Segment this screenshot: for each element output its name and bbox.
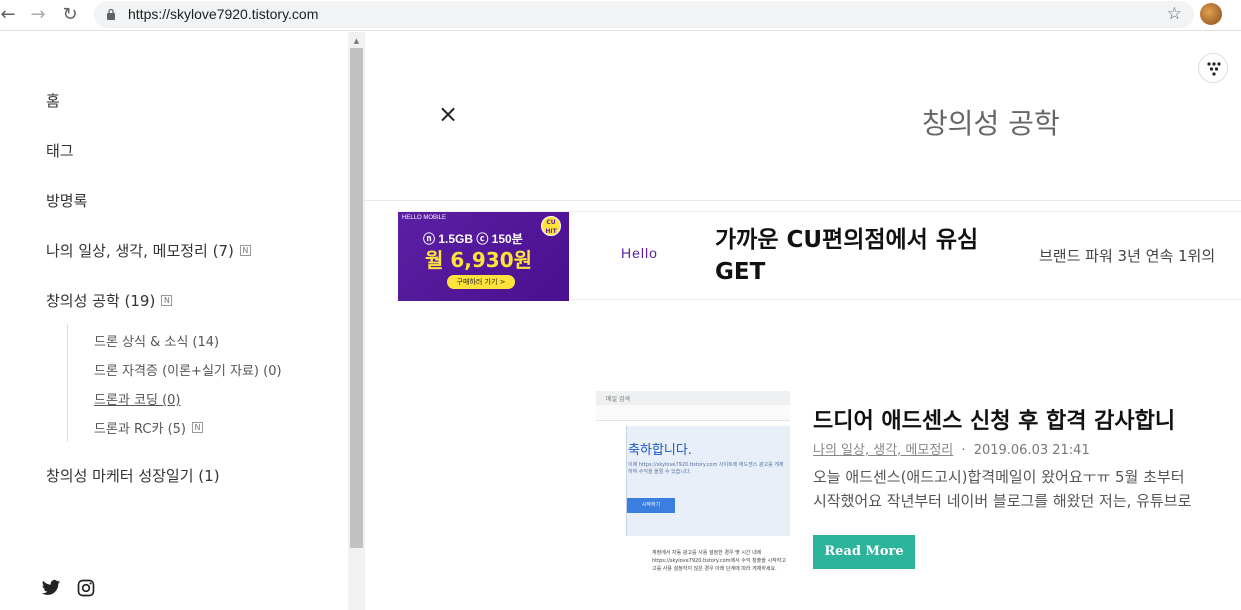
scrollbar-thumb[interactable] [350,48,363,548]
main-content: × 창의성 공학 HELLO MOBILE ⓝ 1.5GB ⓒ 150분 월 6… [365,32,1241,610]
bookmark-star-icon[interactable]: ☆ [1167,4,1182,24]
thumb-foot-text: 계정에서 자동 광고를 사용 설정한 경우 몇 시간 내에 https://sk… [652,550,786,572]
post-date: 2019.06.03 21:41 [973,443,1090,458]
sidebar-item-label: 태그 [46,142,74,160]
url-text[interactable]: https://skylove7920.tistory.com [128,6,318,22]
scroll-up-arrow-icon[interactable]: ▲ [348,34,365,48]
lock-icon [107,8,115,20]
new-badge: N [161,295,173,306]
ad-description: 브랜드 파워 3년 연속 1위의 [1039,247,1216,265]
ad-cta-button[interactable]: 구매하러 가기 > [447,275,515,289]
meta-separator: · [961,443,966,458]
thumb-toolbar [596,405,790,421]
sidebar-subitem-label: 드론 자격증 (이론+실기 자료) (0) [94,364,282,379]
sidebar-subitem-label: 드론 상식 & 소식 (14) [94,335,220,350]
new-badge: N [239,245,251,256]
sidebar-item-label: 홈 [46,92,60,110]
read-more-button[interactable]: Read More [813,535,915,569]
profile-avatar[interactable] [1200,3,1222,25]
header-divider [365,200,1241,201]
sidebar-subitem-drone-license[interactable]: 드론 자격증 (이론+실기 자료) (0) [94,360,282,379]
sidebar-item-label: 방명록 [46,192,88,210]
sidebar-subitem-drone-news[interactable]: 드론 상식 & 소식 (14) [94,331,219,350]
ad-logo: Hello [621,245,658,261]
post-excerpt-line: 시작했어요 작년부터 네이버 블로그를 해왔던 저는, 유튜브로 [813,492,1192,510]
subcategory-divider [67,324,68,442]
sidebar-item-label: 창의성 공학 (19) [46,292,156,310]
sidebar-item-daily-life[interactable]: 나의 일상, 생각, 메모정리 (7) N [46,240,251,261]
address-bar[interactable]: https://skylove7920.tistory.com ☆ [94,1,1194,28]
thumb-topbar-text: 메일 검색 [606,396,630,403]
sidebar-subitem-drone-coding[interactable]: 드론과 코딩 (0) [94,389,180,408]
ad-image[interactable]: HELLO MOBILE ⓝ 1.5GB ⓒ 150분 월 6,930원 구매하… [398,212,569,301]
sidebar-item-home[interactable]: 홈 [46,90,60,111]
sidebar-item-label: 창의성 마케터 성장일기 (1) [46,467,220,485]
sidebar-item-guestbook[interactable]: 방명록 [46,190,87,211]
reload-icon[interactable]: ↻ [58,3,82,27]
post-thumbnail[interactable]: 메일 검색 축하합니다. 이제 https://skylove7920.tist… [596,391,790,584]
thumb-topbar: 메일 검색 [596,391,790,405]
sidebar-subitem-drone-rc-car[interactable]: 드론과 RC카 (5) N [94,418,203,437]
thumb-card-button: 시작하기 [627,498,675,513]
post-excerpt: 오늘 애드센스(애드고시)합격메일이 왔어요ㅜㅠ 5월 초부터 시작했어요 작년… [813,465,1241,513]
thumb-card-text: 이제 https://skylove7920.tistory.com 사이트에 … [628,462,784,475]
page-title: 창의성 공학 [922,107,1060,140]
instagram-icon[interactable] [76,578,96,598]
sidebar: 홈 태그 방명록 나의 일상, 생각, 메모정리 (7) N 창의성 공학 (1… [0,32,348,610]
close-icon[interactable]: × [438,102,458,126]
ad-headline[interactable]: 가까운 CU편의점에서 유심 GET [715,224,995,288]
sidebar-item-marketer-diary[interactable]: 창의성 마케터 성장일기 (1) [46,465,220,486]
cu-hit-badge: CU HIT [541,216,561,236]
sidebar-subitem-label: 드론과 코딩 (0) [94,393,181,408]
sidebar-subitem-label: 드론과 RC카 (5) [94,422,186,437]
sidebar-item-creativity-engineering[interactable]: 창의성 공학 (19) N [46,290,173,311]
sidebar-scrollbar[interactable]: ▲ [348,32,365,610]
sidebar-item-tags[interactable]: 태그 [46,140,74,161]
post-excerpt-line: 오늘 애드센스(애드고시)합격메일이 왔어요ㅜㅠ 5월 초부터 [813,468,1185,486]
post-title[interactable]: 드디어 애드센스 신청 후 합격 감사합니 [813,403,1175,435]
twitter-icon[interactable] [41,578,61,598]
sidebar-item-label: 나의 일상, 생각, 메모정리 (7) [46,242,234,260]
dots-icon [1207,62,1221,76]
new-badge: N [191,422,203,433]
ad-brand-small: HELLO MOBILE [402,215,447,221]
post-category-link[interactable]: 나의 일상, 생각, 메모정리 [813,443,953,458]
back-arrow-icon[interactable]: ← [0,3,20,27]
ad-price: 월 6,930원 [425,248,533,272]
thumb-card-title: 축하합니다. [628,443,692,458]
browser-toolbar: ← → ↻ https://skylove7920.tistory.com ☆ [0,0,1241,31]
forward-arrow-icon[interactable]: → [26,3,50,27]
ad-banner[interactable]: HELLO MOBILE ⓝ 1.5GB ⓒ 150분 월 6,930원 구매하… [398,211,1241,301]
menu-dots-button[interactable] [1198,53,1228,83]
post-meta: 나의 일상, 생각, 메모정리 · 2019.06.03 21:41 [813,439,1090,458]
